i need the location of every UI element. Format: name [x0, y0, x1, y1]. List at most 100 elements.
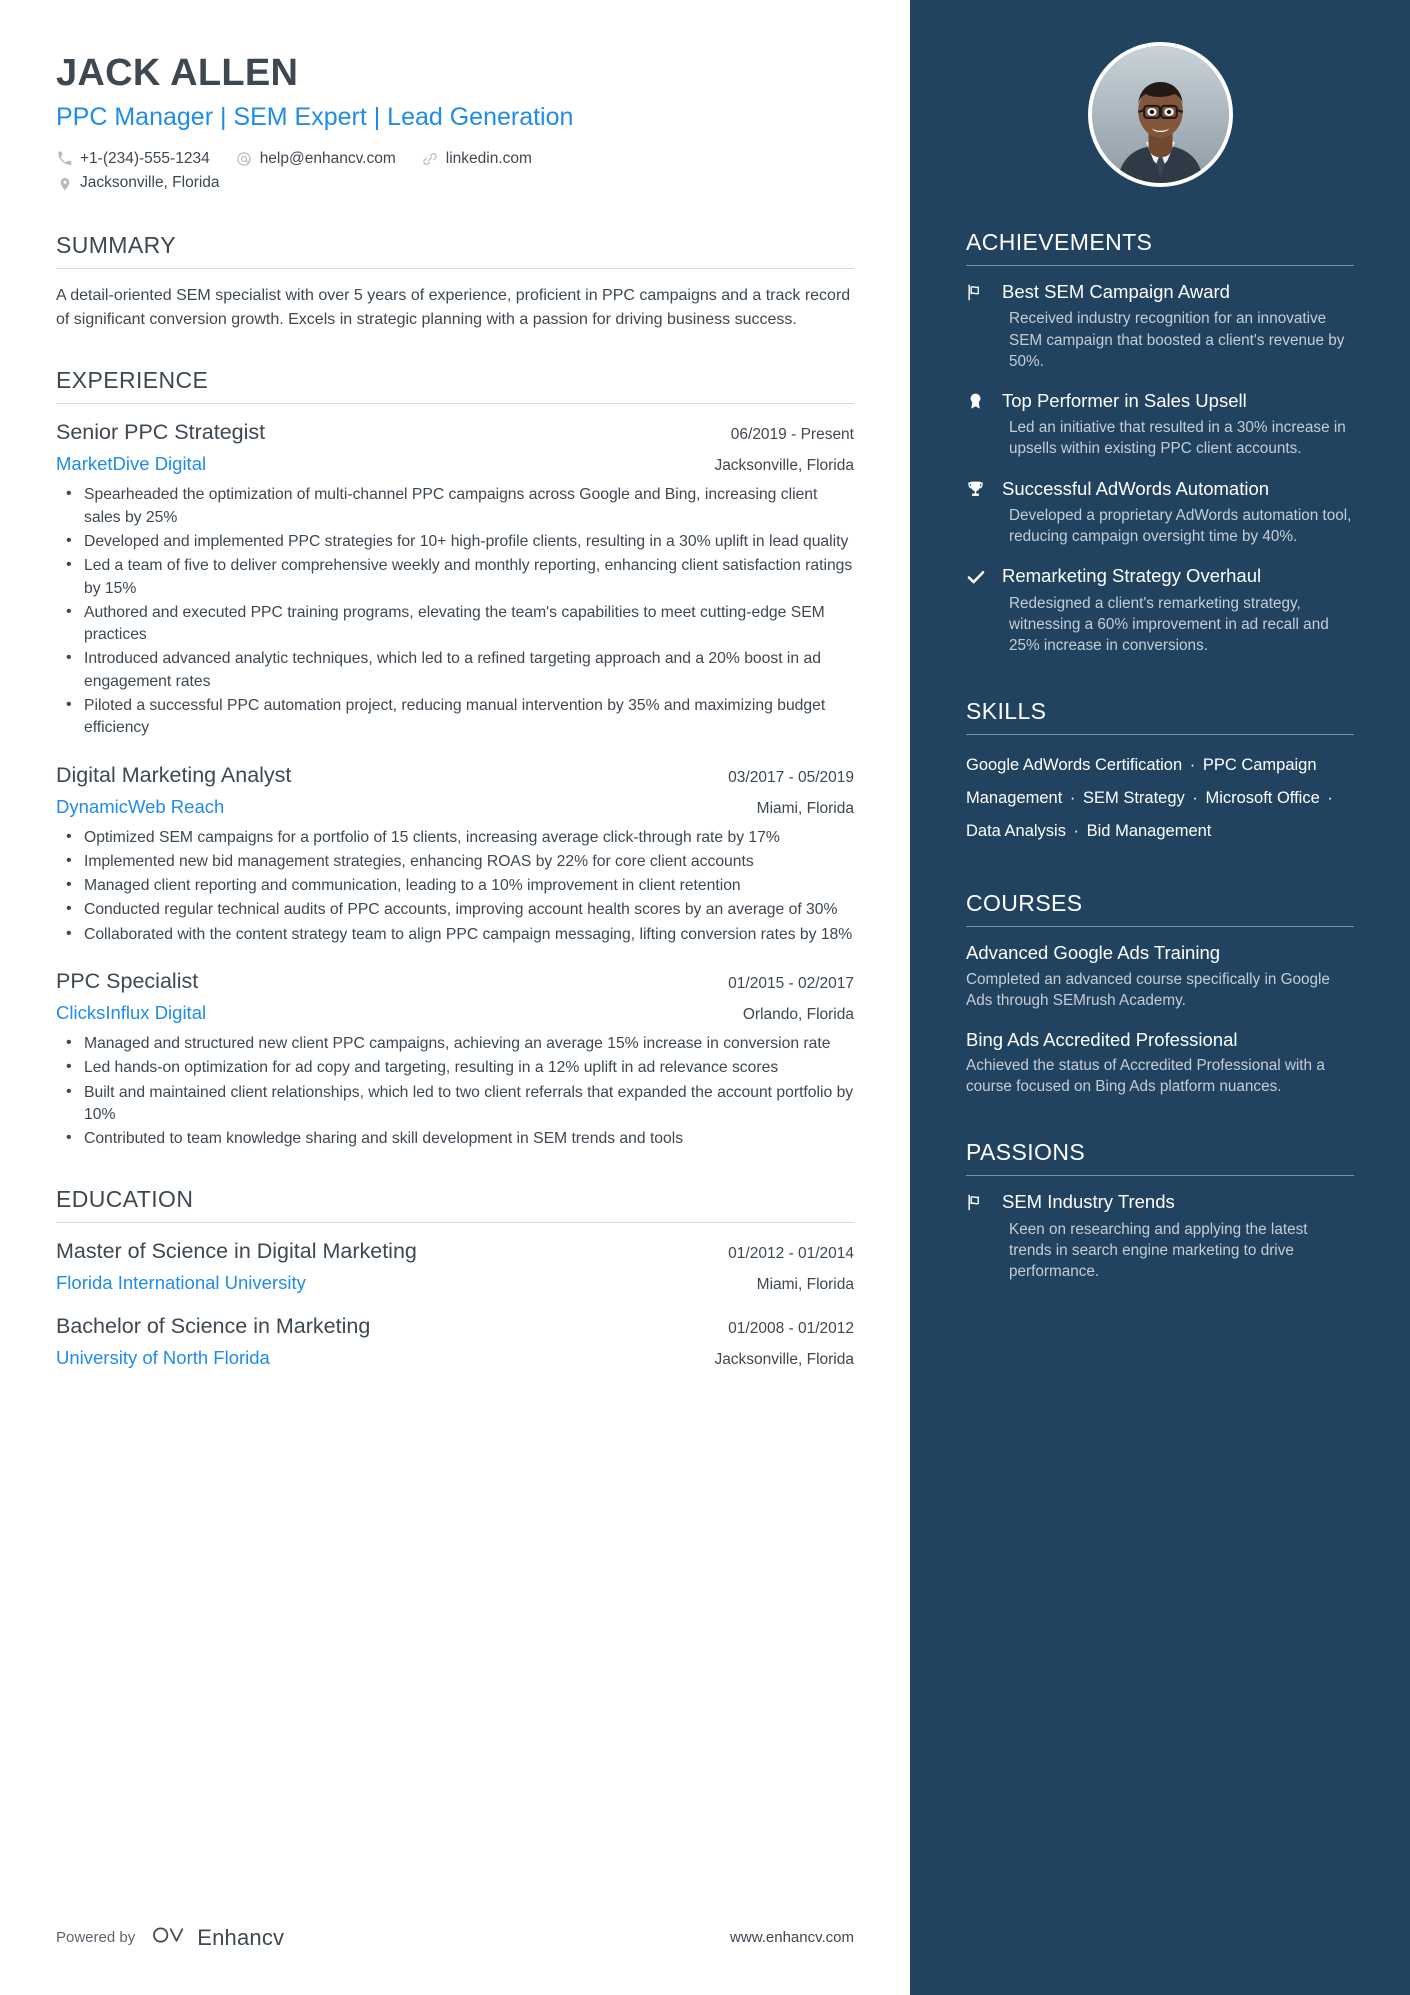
experience-company-row: MarketDive Digital Jacksonville, Florida: [56, 449, 854, 477]
candidate-name: JACK ALLEN: [56, 52, 299, 94]
job-bullet: Authored and executed PPC training progr…: [56, 601, 854, 647]
job-bullet: Spearheaded the optimization of multi-ch…: [56, 483, 854, 529]
contact-link[interactable]: linkedin.com: [422, 147, 532, 172]
skill-separator: ·: [1322, 789, 1333, 808]
achievement-item: Remarketing Strategy Overhaul Redesigned …: [966, 564, 1354, 656]
skill-item: Microsoft Office: [1205, 789, 1320, 808]
skills-list: Google AdWords Certification · PPC Campa…: [966, 749, 1354, 848]
skill-separator: ·: [1068, 822, 1084, 841]
achievement-title: Remarketing Strategy Overhaul: [1002, 565, 1262, 587]
skills-divider: [966, 734, 1354, 736]
section-achievements: ACHIEVEMENTS Best SEM Campaign Award Rece…: [966, 229, 1354, 656]
experience-list: Senior PPC Strategist 06/2019 - Present Ma…: [56, 419, 854, 1150]
avatar: [1087, 42, 1233, 187]
link-icon: [422, 150, 439, 167]
job-dates: 03/2017 - 05/2019: [728, 768, 854, 786]
powered-by-label: Powered by: [56, 1929, 136, 1946]
section-passions: PASSIONS SEM Industry Trends Keen on rese…: [966, 1139, 1354, 1282]
education-degree-row: Master of Science in Digital Marketing 01…: [56, 1238, 854, 1266]
footer-url[interactable]: www.enhancv.com: [730, 1929, 854, 1946]
contact-location-value: Jacksonville, Florida: [80, 174, 220, 192]
course-description: Achieved the status of Accredited Profes…: [966, 1057, 1325, 1096]
summary-heading: SUMMARY: [56, 232, 176, 259]
passion-description: Keen on researching and applying the lat…: [1009, 1220, 1308, 1281]
experience-title-row: Digital Marketing Analyst 03/2017 - 05/20…: [56, 762, 854, 790]
section-education: EDUCATION Master of Science in Digital M…: [56, 1186, 854, 1371]
course-title: Bing Ads Accredited Professional: [966, 1028, 1238, 1050]
achievement-title: Best SEM Campaign Award: [1002, 281, 1230, 302]
contact-row-location: Jacksonville, Florida: [56, 171, 854, 196]
section-summary: SUMMARY A detail-oriented SEM specialist…: [56, 232, 854, 331]
achievement-description: Developed a proprietary AdWords automati…: [1009, 507, 1352, 546]
job-bullet: Piloted a successful PPC automation proj…: [56, 694, 854, 740]
courses-list: Advanced Google Ads Training Completed an…: [966, 941, 1354, 1097]
passion-body: SEM Industry Trends Keen on researching a…: [1002, 1190, 1354, 1282]
flag-icon: [966, 280, 992, 372]
achievement-description: Redesigned a client's remarketing strate…: [1009, 594, 1329, 654]
job-dates: 06/2019 - Present: [730, 426, 854, 444]
contact-location: Jacksonville, Florida: [56, 171, 220, 196]
course-description: Completed an advanced course specificall…: [966, 970, 1330, 1009]
experience-company-row: DynamicWeb Reach Miami, Florida: [56, 792, 854, 820]
contact-link-value: linkedin.com: [445, 149, 532, 167]
job-location: Orlando, Florida: [742, 1005, 854, 1023]
skill-item: Bid Management: [1086, 822, 1212, 841]
skills-heading: SKILLS: [966, 698, 1047, 725]
achievement-description: Received industry recognition for an inn…: [1009, 310, 1345, 370]
skill-separator: ·: [1185, 756, 1200, 775]
job-title: Digital Marketing Analyst: [56, 762, 292, 787]
education-divider: [56, 1222, 854, 1224]
passions-list: SEM Industry Trends Keen on researching a…: [966, 1190, 1354, 1282]
contact-row-primary: +1-(234)-555-1234 help@enhancv.com linke…: [56, 147, 854, 172]
enhancv-logo[interactable]: Enhancv: [149, 1924, 284, 1951]
achievements-list: Best SEM Campaign Award Received industry…: [966, 280, 1354, 656]
summary-text: A detail-oriented SEM specialist with ov…: [56, 287, 851, 328]
phone-icon: [56, 150, 73, 167]
education-school[interactable]: Florida International University: [56, 1271, 306, 1296]
contact-phone-value: +1-(234)-555-1234: [80, 149, 210, 167]
job-location: Jacksonville, Florida: [714, 457, 854, 475]
enhancv-wordmark: Enhancv: [197, 1924, 285, 1950]
passion-item: SEM Industry Trends Keen on researching a…: [966, 1190, 1354, 1282]
skill-separator: ·: [1065, 789, 1080, 808]
contact-email-value: help@enhancv.com: [259, 149, 396, 167]
education-location: Miami, Florida: [756, 1276, 854, 1294]
job-title: PPC Specialist: [56, 969, 199, 994]
contact-email[interactable]: help@enhancv.com: [236, 147, 396, 172]
achievement-body: Top Performer in Sales Upsell Led an init…: [1002, 389, 1354, 460]
courses-heading: COURSES: [966, 890, 1083, 917]
passions-heading: PASSIONS: [966, 1139, 1086, 1166]
job-company[interactable]: DynamicWeb Reach: [56, 795, 224, 820]
achievements-divider: [966, 265, 1354, 266]
medal-icon: [966, 389, 992, 460]
education-degree-row: Bachelor of Science in Marketing 01/2008 …: [56, 1313, 854, 1341]
contact-block: +1-(234)-555-1234 help@enhancv.com linke…: [56, 147, 854, 197]
experience-heading: EXPERIENCE: [56, 367, 209, 394]
education-heading: EDUCATION: [56, 1186, 194, 1213]
achievement-body: Remarketing Strategy Overhaul Redesigned …: [1002, 564, 1354, 656]
location-pin-icon: [56, 175, 73, 192]
achievement-item: Best SEM Campaign Award Received industry…: [966, 280, 1354, 372]
education-location: Jacksonville, Florida: [714, 1351, 854, 1369]
achievement-item: Successful AdWords Automation Developed a…: [966, 477, 1354, 548]
education-school-row: University of North Florida Jacksonville,…: [56, 1343, 854, 1371]
avatar-wrap: [966, 0, 1354, 187]
education-entry: Bachelor of Science in Marketing 01/2008 …: [56, 1313, 854, 1371]
course-title: Advanced Google Ads Training: [966, 942, 1221, 964]
section-skills: SKILLS Google AdWords Certification · PP…: [966, 698, 1354, 848]
section-courses: COURSES Advanced Google Ads Training Comp…: [966, 890, 1354, 1097]
contact-phone[interactable]: +1-(234)-555-1234: [56, 147, 210, 172]
achievement-title: Successful AdWords Automation: [1002, 477, 1270, 499]
education-school[interactable]: University of North Florida: [56, 1346, 270, 1371]
achievement-item: Top Performer in Sales Upsell Led an init…: [966, 389, 1354, 460]
trophy-icon: [966, 477, 992, 548]
passions-divider: [966, 1175, 1354, 1177]
experience-divider: [56, 403, 854, 405]
job-company[interactable]: ClicksInflux Digital: [56, 1001, 206, 1026]
powered-by-block: Powered by Enhancv: [56, 1924, 284, 1951]
job-company[interactable]: MarketDive Digital: [56, 452, 206, 477]
education-dates: 01/2008 - 01/2012: [728, 1320, 854, 1338]
flag-icon: [966, 1190, 992, 1282]
job-bullet: Led a team of five to deliver comprehens…: [56, 554, 854, 600]
job-bullet: Managed client reporting and communicati…: [56, 874, 854, 897]
